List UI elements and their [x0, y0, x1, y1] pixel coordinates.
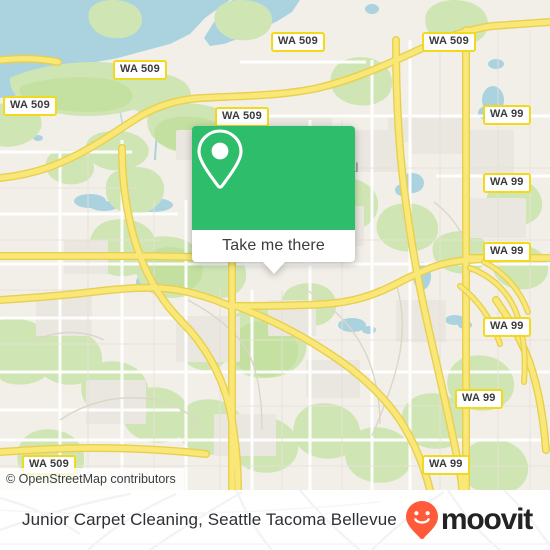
callout-action-area[interactable]: Take me there — [192, 230, 355, 262]
highway-shield: WA 99 — [422, 455, 470, 475]
listing-title: Junior Carpet Cleaning, Seattle Tacoma B… — [22, 510, 397, 529]
bottom-info-bar: Junior Carpet Cleaning, Seattle Tacoma B… — [0, 490, 550, 550]
highway-shield: WA 99 — [483, 242, 531, 262]
moovit-brand[interactable]: moovit — [405, 490, 533, 550]
map-pin-icon — [197, 129, 243, 189]
moovit-pin-smiley-icon — [405, 501, 438, 540]
highway-shield: WA 509 — [215, 107, 269, 127]
osm-attribution[interactable]: © OpenStreetMap contributors — [0, 468, 184, 490]
moovit-wordmark: moovit — [440, 503, 533, 536]
highway-shield: WA 99 — [483, 105, 531, 125]
take-me-there-callout[interactable]: Take me there — [192, 126, 355, 274]
highway-shield: WA 99 — [483, 317, 531, 337]
highway-shield: WA 509 — [3, 96, 57, 116]
highway-shield: WA 99 — [483, 173, 531, 193]
highway-shield: WA 509 — [271, 32, 325, 52]
take-me-there-label: Take me there — [222, 237, 325, 254]
callout-icon-area — [192, 126, 355, 230]
callout-tail — [262, 262, 285, 274]
highway-shield: WA 509 — [113, 60, 167, 80]
screenshot-root: ral y WA 509 WA 509 WA 509 WA 509 WA 509… — [0, 0, 550, 550]
highway-shield: WA 509 — [422, 32, 476, 52]
highway-shield: WA 99 — [455, 389, 503, 409]
map-canvas[interactable]: ral y WA 509 WA 509 WA 509 WA 509 WA 509… — [0, 0, 550, 490]
